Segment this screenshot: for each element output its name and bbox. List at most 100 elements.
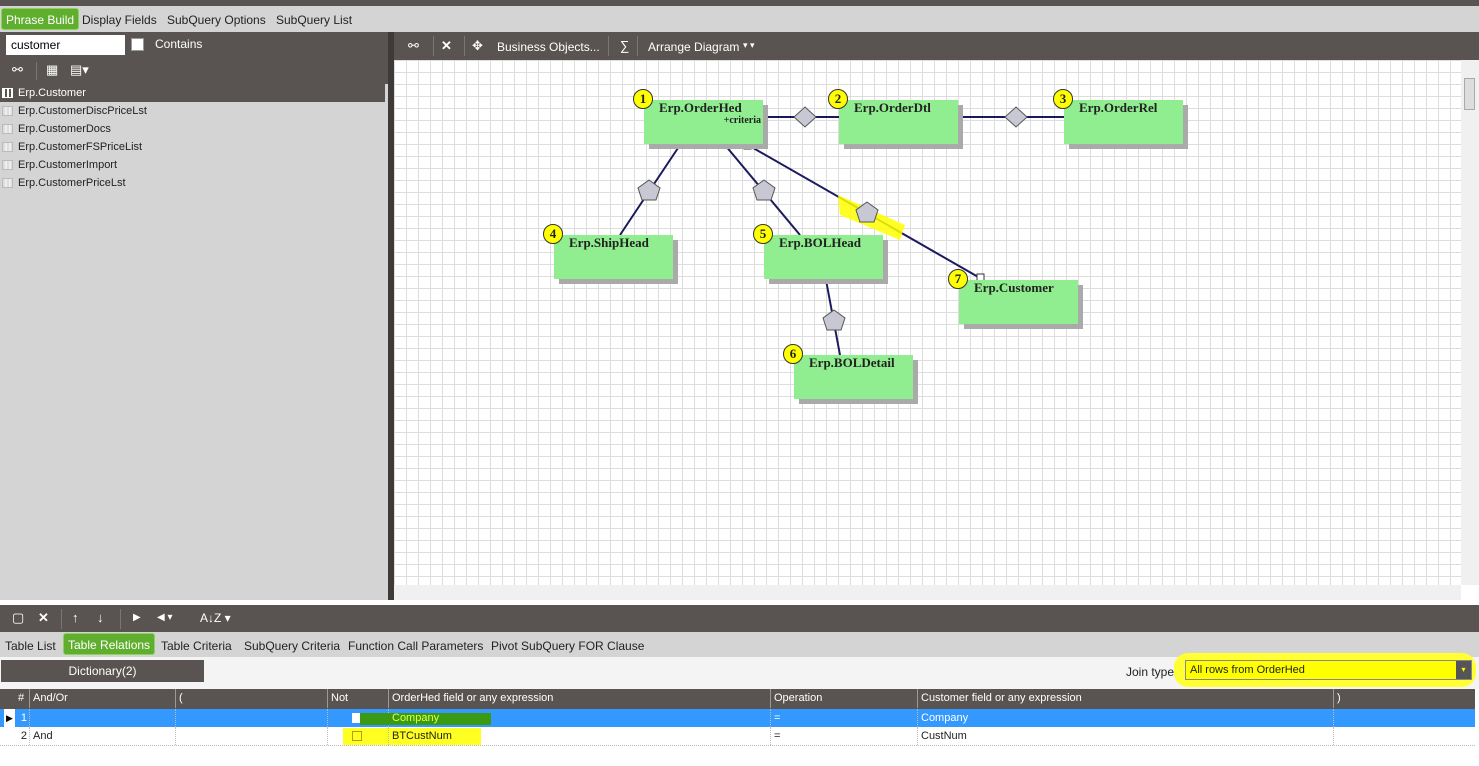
join-type-select[interactable]: All rows from OrderHed ▾ [1185, 660, 1472, 680]
cell[interactable]: = [771, 709, 918, 727]
cell[interactable]: CustNum [918, 727, 1334, 745]
column-header[interactable]: OrderHed field or any expression [389, 689, 771, 708]
new-icon[interactable]: ▢ [12, 605, 24, 631]
cell[interactable]: Company [918, 709, 1334, 727]
list-item[interactable]: Erp.CustomerDiscPriceLst [0, 102, 385, 120]
tab-table-list[interactable]: Table List [5, 635, 56, 657]
column-header[interactable]: Customer field or any expression [918, 689, 1334, 708]
cell[interactable] [1334, 727, 1475, 745]
tab-subquery-list[interactable]: SubQuery List [276, 9, 352, 31]
table-icon [2, 124, 13, 134]
chevron-down-icon[interactable]: ▾ [1456, 661, 1471, 679]
link-icon[interactable]: ⚯ [408, 33, 419, 59]
cell[interactable] [30, 709, 176, 727]
link-icon[interactable]: ⚯ [12, 57, 23, 83]
outdent-icon[interactable]: ◀ ▾ [157, 605, 173, 631]
horizontal-scrollbar[interactable] [394, 585, 1461, 600]
join-pentagon [822, 309, 846, 331]
node-criteria: +criteria [723, 115, 761, 126]
diagram-node-customer[interactable]: 7 Erp.Customer [948, 269, 1078, 324]
top-tab-bar: Phrase Build Display Fields SubQuery Opt… [0, 6, 1479, 32]
cell[interactable]: And [30, 727, 176, 745]
dictionary-button[interactable]: Dictionary(2) [1, 660, 204, 682]
cell[interactable] [1334, 709, 1475, 727]
diagram-node-shiphead[interactable]: 4 Erp.ShipHead [543, 224, 673, 279]
table-row[interactable]: 2 And BTCustNum = CustNum [0, 727, 1475, 746]
column-header[interactable]: ) [1334, 689, 1475, 708]
tab-phrase-build[interactable]: Phrase Build [1, 8, 80, 30]
cell[interactable] [176, 727, 328, 745]
indent-icon[interactable]: ▶ [133, 605, 141, 631]
grid-header: # And/Or ( Not OrderHed field or any exp… [0, 689, 1475, 709]
cell [328, 727, 389, 745]
cell[interactable]: = [771, 727, 918, 745]
join-diamond [793, 106, 817, 128]
cell[interactable] [176, 709, 328, 727]
business-objects-icon[interactable]: ✥ [472, 33, 483, 59]
column-header[interactable]: Operation [771, 689, 918, 708]
node-number-badge: 7 [948, 269, 968, 289]
sum-button[interactable]: ∑ [620, 33, 629, 59]
relations-grid: # And/Or ( Not OrderHed field or any exp… [0, 689, 1479, 766]
diagram-node-orderhed[interactable]: 1 Erp.OrderHed +criteria [633, 89, 763, 144]
table-row[interactable]: ▶ 1 Company = Company [0, 709, 1475, 727]
tab-display-fields[interactable]: Display Fields [82, 9, 157, 31]
list-item[interactable]: Erp.CustomerImport [0, 156, 385, 174]
chevron-down-icon[interactable]: ▾ ▾ [743, 32, 755, 58]
tab-pivot-subquery[interactable]: Pivot SubQuery FOR Clause [491, 635, 644, 657]
scrollbar-thumb[interactable] [1464, 78, 1475, 110]
node-title: Erp.OrderDtl [854, 100, 931, 115]
cell[interactable]: Company [389, 709, 771, 727]
table-icon[interactable]: ▦ [46, 57, 58, 83]
not-checkbox[interactable] [352, 731, 362, 741]
table-icon [2, 178, 13, 188]
tab-subquery-options[interactable]: SubQuery Options [167, 9, 266, 31]
list-item[interactable]: Erp.CustomerFSPriceList [0, 138, 385, 156]
contains-checkbox[interactable] [131, 38, 144, 51]
tab-subquery-criteria[interactable]: SubQuery Criteria [244, 635, 340, 657]
delete-icon[interactable]: ✕ [38, 605, 49, 631]
move-up-icon[interactable]: ↑ [72, 605, 79, 631]
node-title: Erp.OrderRel [1079, 100, 1158, 115]
join-diamond [1004, 106, 1028, 128]
join-pentagon [637, 179, 661, 201]
row-pointer-icon: ▶ [4, 709, 15, 727]
table-icon [2, 160, 13, 170]
node-number-badge: 2 [828, 89, 848, 109]
join-type-label: Join type: [1126, 665, 1178, 679]
table-icon [2, 88, 13, 98]
node-title: Erp.BOLHead [779, 235, 861, 250]
sort-icon[interactable]: A↓Z ▾ [200, 605, 231, 631]
table-search-input[interactable] [6, 35, 125, 55]
diagram-toolbar: ⚯ ✕ ✥ Business Objects... ∑ Arrange Diag… [394, 32, 1479, 60]
move-down-icon[interactable]: ↓ [97, 605, 104, 631]
list-item[interactable]: Erp.CustomerPriceLst [0, 174, 385, 192]
cell[interactable]: BTCustNum [389, 727, 771, 745]
tab-table-criteria[interactable]: Table Criteria [161, 635, 232, 657]
table-dropdown-icon[interactable]: ▤▾ [70, 57, 89, 83]
tab-table-relations[interactable]: Table Relations [63, 633, 156, 655]
arrange-diagram-button[interactable]: Arrange Diagram [648, 34, 739, 60]
delete-icon[interactable]: ✕ [441, 33, 452, 59]
node-number-badge: 1 [633, 89, 653, 109]
diagram-node-bolhead[interactable]: 5 Erp.BOLHead [753, 224, 883, 279]
diagram-node-boldetail[interactable]: 6 Erp.BOLDetail [783, 344, 913, 399]
vertical-scrollbar[interactable] [1461, 60, 1479, 585]
diagram-node-orderdtl[interactable]: 2 Erp.OrderDtl [828, 89, 958, 144]
list-item[interactable]: Erp.Customer [0, 84, 385, 102]
node-number-badge: 3 [1053, 89, 1073, 109]
diagram-node-orderrel[interactable]: 3 Erp.OrderRel [1053, 89, 1183, 144]
column-header[interactable]: And/Or [30, 689, 176, 708]
left-toolbar: Contains ⚯ ▦ ▤▾ [0, 32, 388, 84]
node-title: Erp.OrderHed [659, 100, 742, 115]
business-objects-button[interactable]: Business Objects... [497, 34, 600, 60]
list-item[interactable]: Erp.CustomerDocs [0, 120, 385, 138]
column-header[interactable]: # [15, 689, 30, 708]
contains-label: Contains [155, 37, 203, 51]
tab-function-call-parameters[interactable]: Function Call Parameters [348, 635, 483, 657]
cell: 2 [15, 727, 30, 745]
node-title: Erp.ShipHead [569, 235, 649, 250]
column-header[interactable]: Not [328, 689, 389, 708]
column-header[interactable]: ( [176, 689, 328, 708]
table-icon [2, 142, 13, 152]
